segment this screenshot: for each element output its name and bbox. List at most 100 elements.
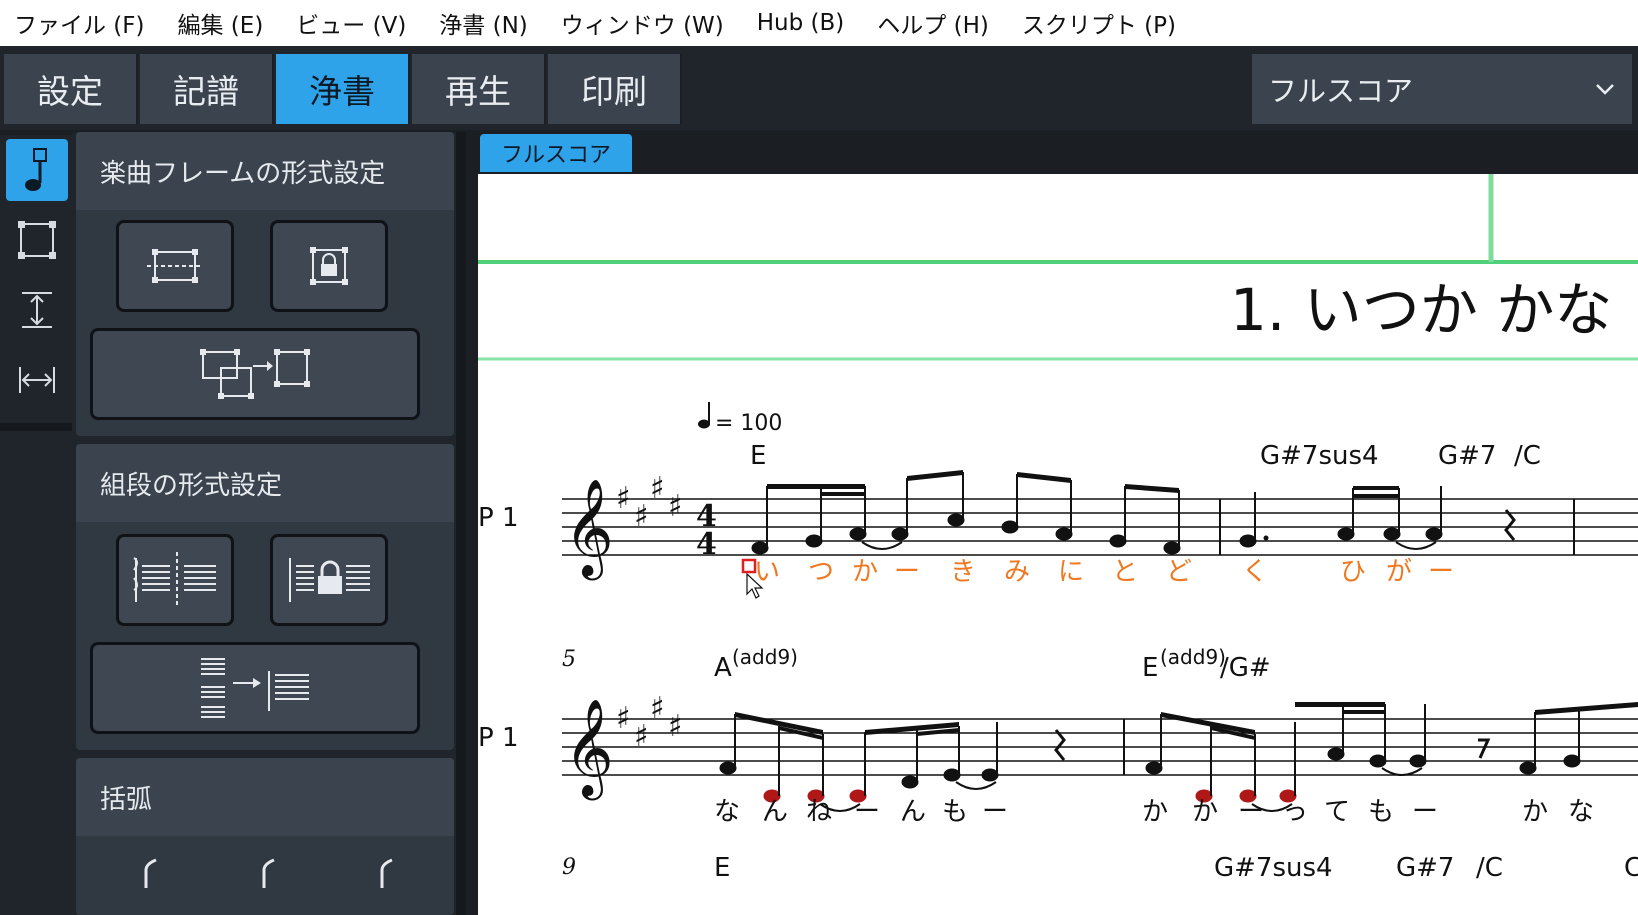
- lyric-syllable[interactable]: ー: [894, 557, 920, 587]
- menu-window[interactable]: ウィンドウ (W): [561, 6, 724, 40]
- frame-icon: [18, 221, 56, 259]
- chord-symbol[interactable]: /C: [1476, 853, 1503, 883]
- notes-bar-2[interactable]: [1239, 486, 1516, 550]
- lyric-syllable[interactable]: ー: [1238, 797, 1264, 827]
- chord-bass[interactable]: /G#: [1220, 653, 1271, 683]
- lyric-syllable[interactable]: み: [1004, 557, 1030, 587]
- menu-view[interactable]: ビュー (V): [296, 6, 406, 40]
- chord-symbol[interactable]: E: [714, 853, 730, 883]
- tempo-mark[interactable]: = 100: [698, 402, 782, 436]
- lyric-syllable[interactable]: っ: [1282, 797, 1308, 827]
- lyrics-line-2[interactable]: な ん ね ー ん も ー か か ー っ て も ー か な: [714, 797, 1594, 827]
- lyric-syllable[interactable]: つ: [808, 557, 834, 587]
- chord-root[interactable]: E: [1142, 653, 1158, 683]
- lyric-syllable[interactable]: ー: [1428, 557, 1454, 587]
- time-signature-bottom[interactable]: 4: [696, 527, 717, 562]
- system-format-section: 組段の形式設定: [76, 444, 454, 750]
- staff-spacing-tool[interactable]: [6, 279, 68, 341]
- lyric-syllable[interactable]: き: [950, 557, 976, 587]
- lyric-syllable[interactable]: か: [1522, 797, 1548, 827]
- tab-engrave[interactable]: 浄書: [276, 54, 410, 124]
- chord-symbol[interactable]: G#7: [1438, 441, 1496, 471]
- chord-symbol[interactable]: G#7sus4: [1214, 853, 1333, 883]
- brackets-title[interactable]: 括弧: [76, 758, 454, 836]
- lyric-syllable[interactable]: ん: [762, 797, 788, 827]
- layout-tab[interactable]: フルスコア: [480, 134, 632, 172]
- chord-symbols-row-3[interactable]: E G#7sus4 G#7 /C C: [714, 853, 1638, 883]
- frame-lock-icon: [310, 247, 348, 285]
- staff-label[interactable]: P 1: [478, 503, 519, 533]
- bar-number[interactable]: 9: [562, 855, 576, 880]
- staff-label[interactable]: P 1: [478, 723, 519, 753]
- layout-selector[interactable]: フルスコア: [1252, 54, 1632, 124]
- lyric-syllable[interactable]: ー: [1412, 797, 1438, 827]
- lyric-syllable[interactable]: ー: [982, 797, 1008, 827]
- chord-symbol[interactable]: E: [750, 441, 766, 471]
- note-spacing-tool[interactable]: [6, 349, 68, 411]
- lyric-syllable[interactable]: い: [754, 557, 780, 587]
- score-page: 1. いつか かな = 100 E G#7sus4 G#7 /C P 1 𝄞 ♯…: [478, 174, 1638, 915]
- lyric-syllable[interactable]: ん: [900, 797, 926, 827]
- chord-symbol[interactable]: /C: [1514, 441, 1541, 471]
- system-break-button[interactable]: [116, 534, 234, 626]
- tab-setup[interactable]: 設定: [4, 54, 138, 124]
- lyric-syllable[interactable]: ね: [806, 797, 832, 827]
- chord-symbols-row-2[interactable]: A (add9) E (add9) /G#: [714, 645, 1271, 683]
- move-to-next-frame-button[interactable]: [90, 328, 420, 420]
- lock-system-button[interactable]: [270, 534, 388, 626]
- svg-text:♯: ♯: [668, 489, 683, 524]
- lyric-syllable[interactable]: な: [1568, 797, 1594, 827]
- lyric-syllable[interactable]: も: [942, 797, 968, 827]
- svg-text:♯: ♯: [616, 481, 631, 516]
- tab-print[interactable]: 印刷: [548, 54, 682, 124]
- lyric-syllable[interactable]: ひ: [1340, 557, 1366, 587]
- vertical-spacing-icon: [22, 292, 52, 328]
- menu-script[interactable]: スクリプト (P): [1022, 6, 1176, 40]
- lyric-syllable[interactable]: ー: [854, 797, 880, 827]
- svg-text:♯: ♯: [668, 709, 683, 744]
- lyric-syllable[interactable]: か: [1192, 797, 1218, 827]
- lyric-syllable[interactable]: か: [852, 557, 878, 587]
- lyric-syllable[interactable]: が: [1386, 557, 1412, 587]
- menu-help[interactable]: ヘルプ (H): [877, 6, 989, 40]
- menu-engrave[interactable]: 浄書 (N): [439, 6, 527, 40]
- staff-lines: [562, 498, 1638, 556]
- graphic-editing-tool[interactable]: [6, 139, 68, 201]
- chord-symbol[interactable]: C: [1624, 853, 1638, 883]
- key-signature[interactable]: ♯♯♯♯: [616, 691, 683, 754]
- lock-frame-button[interactable]: [270, 220, 388, 312]
- treble-clef-icon[interactable]: 𝄞: [564, 698, 614, 800]
- panel-divider[interactable]: [456, 132, 466, 915]
- lyrics-line-1[interactable]: い つ か ー き み に と ど く ひ が ー: [754, 557, 1454, 587]
- tab-write[interactable]: 記譜: [140, 54, 274, 124]
- key-signature[interactable]: ♯♯♯♯: [616, 471, 683, 534]
- lyric-syllable[interactable]: て: [1324, 797, 1350, 827]
- chord-suffix[interactable]: (add9): [732, 645, 798, 669]
- lyric-syllable[interactable]: と: [1112, 557, 1138, 587]
- lyric-syllable[interactable]: な: [714, 797, 740, 827]
- tab-play[interactable]: 再生: [412, 54, 546, 124]
- chord-root[interactable]: A: [714, 653, 732, 683]
- lyric-syllable[interactable]: く: [1242, 557, 1268, 587]
- lyric-syllable[interactable]: ど: [1166, 557, 1192, 587]
- lyric-syllable[interactable]: も: [1368, 797, 1394, 827]
- chord-suffix[interactable]: (add9): [1160, 645, 1226, 669]
- note-icon: [25, 148, 47, 191]
- score-title[interactable]: 1. いつか かな: [1230, 276, 1612, 344]
- score-canvas: 1. いつか かな = 100 E G#7sus4 G#7 /C P 1 𝄞 ♯…: [478, 174, 1638, 883]
- make-frame-break-button[interactable]: [116, 220, 234, 312]
- chord-symbol[interactable]: G#7sus4: [1260, 441, 1379, 471]
- menu-file[interactable]: ファイル (F): [14, 6, 145, 40]
- frame-editing-tool[interactable]: [6, 209, 68, 271]
- system-format-title[interactable]: 組段の形式設定: [76, 444, 454, 522]
- bar-number[interactable]: 5: [562, 647, 576, 672]
- menu-hub[interactable]: Hub (B): [757, 10, 845, 36]
- chord-symbol[interactable]: G#7: [1396, 853, 1454, 883]
- lyric-syllable[interactable]: か: [1142, 797, 1168, 827]
- lyric-syllable[interactable]: に: [1058, 557, 1084, 587]
- move-to-next-system-button[interactable]: [90, 642, 420, 734]
- menu-edit[interactable]: 編集 (E): [178, 6, 264, 40]
- treble-clef-icon[interactable]: 𝄞: [564, 478, 614, 580]
- frame-format-title[interactable]: 楽曲フレームの形式設定: [76, 132, 454, 210]
- svg-text:♯: ♯: [634, 719, 649, 754]
